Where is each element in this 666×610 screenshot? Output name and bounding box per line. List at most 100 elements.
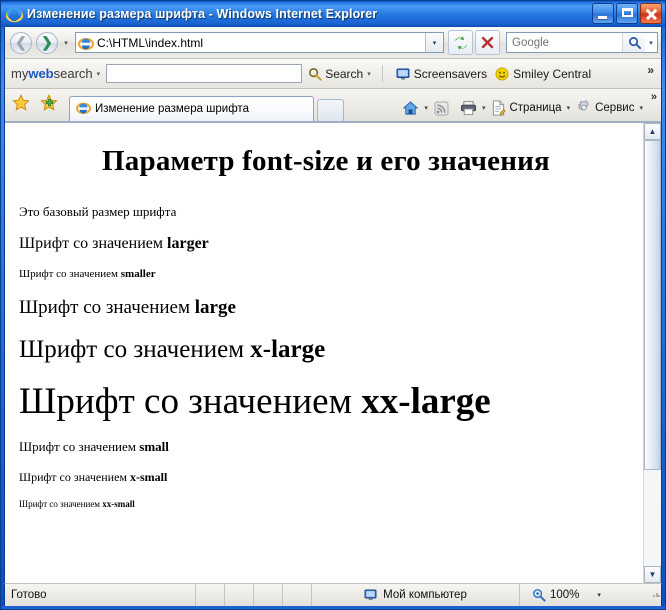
ie-logo-icon xyxy=(75,100,92,118)
print-button[interactable]: ▾ xyxy=(458,100,488,116)
forward-button[interactable]: ❯ xyxy=(34,30,60,56)
web-page-content: Параметр font-size и его значения Это ба… xyxy=(5,123,643,583)
tab-bar: Изменение размера шрифта ▾ ▾ Страница ▾ … xyxy=(5,89,661,122)
zoom-control[interactable]: 100% ▾ xyxy=(519,584,647,606)
page-icon xyxy=(493,100,507,116)
monitor-icon xyxy=(396,68,410,80)
status-bar: Готово Мой компьютер 100% ▾ xyxy=(4,583,662,606)
vertical-scrollbar[interactable]: ▲ ▼ xyxy=(643,123,661,583)
home-button[interactable]: ▾ xyxy=(400,100,430,116)
home-icon xyxy=(403,101,419,115)
paragraph-text: Шрифт со значением xyxy=(19,335,251,363)
mywebsearch-item-smiley-central[interactable]: Smiley Central xyxy=(495,67,591,81)
refresh-icon xyxy=(454,35,467,50)
paragraph-x-large: Шрифт со значением x-large xyxy=(19,334,633,365)
maximize-button[interactable] xyxy=(616,3,638,24)
favorites-center-button[interactable] xyxy=(11,93,34,116)
mywebsearch-logo[interactable]: mywebsearch xyxy=(11,66,93,81)
mywebsearch-search-button[interactable]: Search xyxy=(308,67,363,81)
print-caret[interactable]: ▾ xyxy=(482,104,486,112)
tools-menu-button[interactable]: Сервис ▾ xyxy=(574,100,645,116)
monitor-icon xyxy=(364,589,377,600)
paragraph-xx-small: Шрифт со значением xx-small xyxy=(19,499,633,510)
page-title: Параметр font-size и его значения xyxy=(102,145,550,177)
tools-menu-label: Сервис xyxy=(595,102,635,114)
navigation-toolbar: ❮ ❯ ▾ C:\HTML\index.html ▾ Google ▾ xyxy=(5,27,661,59)
paragraph-text: Шрифт со значением xyxy=(19,469,131,484)
page-menu-caret[interactable]: ▾ xyxy=(567,104,571,112)
printer-icon xyxy=(460,100,476,116)
search-icon xyxy=(628,37,641,49)
paragraph-text: Шрифт со значением xyxy=(19,235,168,253)
zoom-dropdown-caret[interactable]: ▾ xyxy=(597,591,601,599)
mywebsearch-search-label: Search xyxy=(325,66,364,81)
tab-label: Изменение размера шрифта xyxy=(95,103,249,115)
zoom-level: 100% xyxy=(550,589,580,601)
paragraph-value: x-small xyxy=(130,469,168,484)
security-zone[interactable]: Мой компьютер xyxy=(311,584,519,606)
star-plus-icon xyxy=(40,94,58,111)
mywebsearch-overflow-chevron[interactable]: » xyxy=(647,63,654,77)
refresh-button[interactable] xyxy=(448,30,473,55)
paragraph-large: Шрифт со значением large xyxy=(19,296,633,320)
search-button[interactable] xyxy=(622,33,645,52)
tab-font-size[interactable]: Изменение размера шрифта xyxy=(69,96,314,121)
search-provider-dropdown[interactable]: ▾ xyxy=(645,39,657,47)
paragraph-text: Шрифт со значением xyxy=(19,268,121,281)
status-cell xyxy=(195,584,224,606)
search-input[interactable] xyxy=(507,35,622,50)
browser-chrome: ❮ ❯ ▾ C:\HTML\index.html ▾ Google ▾ mywe… xyxy=(4,27,662,583)
window-title: Изменение размера шрифта - Windows Inter… xyxy=(27,7,378,21)
back-button[interactable]: ❮ xyxy=(8,30,34,56)
mywebsearch-input[interactable] xyxy=(106,64,303,83)
new-tab-button[interactable] xyxy=(317,99,344,121)
address-dropdown-icon[interactable]: ▾ xyxy=(425,33,443,52)
paragraph-text: Шрифт со значением xyxy=(19,498,103,509)
mywebsearch-menu-caret[interactable]: ▾ xyxy=(97,70,101,78)
mywebsearch-toolbar: mywebsearch ▾ Search ▾ Screensavers Smil… xyxy=(5,59,661,89)
status-blank-cells xyxy=(195,584,311,606)
feeds-button[interactable] xyxy=(432,101,456,116)
title-bar: Изменение размера шрифта - Windows Inter… xyxy=(1,1,665,27)
paragraph-value: small xyxy=(139,439,169,455)
recent-pages-dropdown[interactable]: ▾ xyxy=(60,39,72,47)
paragraph-value: large xyxy=(194,297,236,318)
mywebsearch-item-screensavers[interactable]: Screensavers xyxy=(396,67,487,81)
add-to-favorites-button[interactable] xyxy=(38,93,61,116)
paragraph-smaller: Шрифт со значением smaller xyxy=(19,268,633,282)
tools-menu-caret[interactable]: ▾ xyxy=(639,104,643,112)
ie-logo-icon xyxy=(77,35,95,51)
command-bar-overflow-chevron[interactable]: » xyxy=(651,91,657,103)
search-icon xyxy=(309,67,322,81)
paragraph-small: Шрифт со значением small xyxy=(19,439,633,455)
status-text: Готово xyxy=(11,589,47,601)
resize-grip[interactable] xyxy=(647,584,661,606)
browser-window: Изменение размера шрифта - Windows Inter… xyxy=(0,0,666,610)
window-bottom-edge xyxy=(1,606,665,609)
page-menu-button[interactable]: Страница ▾ xyxy=(489,100,572,116)
document-area: Параметр font-size и его значения Это ба… xyxy=(5,122,661,583)
address-bar[interactable]: C:\HTML\index.html ▾ xyxy=(75,32,444,53)
scroll-down-button[interactable]: ▼ xyxy=(644,566,661,583)
paragraph-text: Шрифт со значением xyxy=(19,439,140,455)
address-input[interactable]: C:\HTML\index.html xyxy=(97,36,425,50)
star-icon xyxy=(12,94,30,111)
search-box[interactable]: ▾ xyxy=(506,32,658,53)
paragraph-larger: Шрифт со значением larger xyxy=(19,234,633,254)
smiley-icon xyxy=(495,67,509,80)
scroll-up-button[interactable]: ▲ xyxy=(644,123,661,140)
paragraph-text: Шрифт со значением xyxy=(19,381,362,422)
close-button[interactable] xyxy=(640,3,662,24)
paragraph-value: xx-small xyxy=(102,498,135,509)
stop-button[interactable] xyxy=(475,30,500,55)
mywebsearch-search-caret[interactable]: ▾ xyxy=(367,70,371,78)
paragraph-value: smaller xyxy=(120,268,156,281)
scrollbar-track[interactable] xyxy=(644,140,661,566)
paragraph-x-small: Шрифт со значением x-small xyxy=(19,470,633,485)
scrollbar-thumb[interactable] xyxy=(644,140,661,470)
gear-icon xyxy=(578,100,589,111)
magnifier-icon xyxy=(533,589,546,602)
status-cell xyxy=(282,584,311,606)
minimize-button[interactable] xyxy=(592,3,614,24)
home-caret[interactable]: ▾ xyxy=(424,104,428,112)
